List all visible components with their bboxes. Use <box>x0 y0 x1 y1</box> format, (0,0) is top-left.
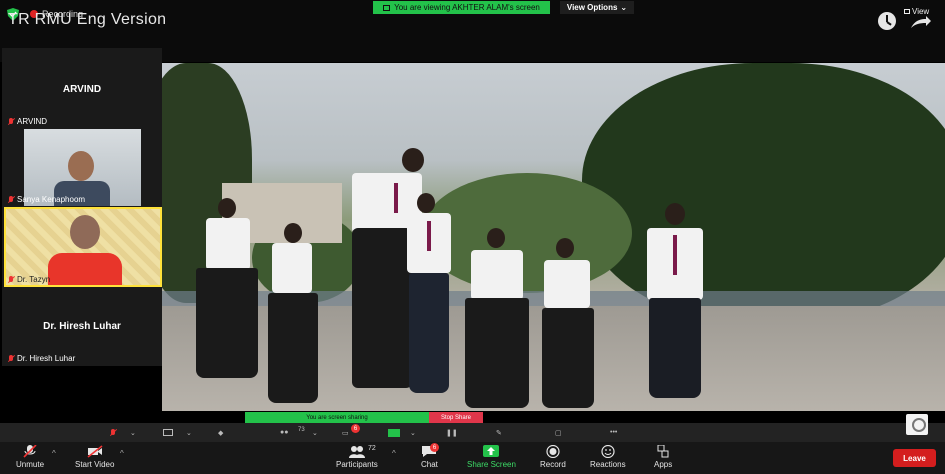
university-logo <box>906 414 928 435</box>
student-figure <box>617 203 727 411</box>
participant-tile[interactable]: Sanya Kenaphoom <box>2 129 162 206</box>
share-screen-label: Share Screen <box>467 460 516 469</box>
security-icon[interactable]: ◆ <box>218 427 223 438</box>
start-video-label: Start Video <box>75 460 115 469</box>
share-banner-text: You are viewing AKHTER ALAM's screen <box>394 3 540 12</box>
screen-sharing-bar: You are screen sharing Stop Share <box>245 412 483 423</box>
participant-display-name: ARVIND <box>62 84 102 95</box>
participants-count: 72 <box>368 445 376 452</box>
remote-control-icon[interactable]: ▢ <box>555 427 562 438</box>
leave-label: Leave <box>903 453 926 463</box>
chevron-up-icon[interactable]: ^ <box>120 449 124 458</box>
mic-muted-icon <box>23 445 37 458</box>
participants-button[interactable]: 72 Participants <box>336 445 378 469</box>
share-screen-button[interactable]: Share Screen <box>467 445 516 469</box>
view-options-button[interactable]: View Options ⌄ <box>560 1 634 14</box>
person-head <box>70 215 100 249</box>
view-options-label: View Options <box>566 3 618 12</box>
student-figure <box>192 188 262 408</box>
clock-icon[interactable] <box>878 12 896 30</box>
reactions-button[interactable]: Reactions <box>590 445 626 469</box>
record-icon <box>546 445 560 458</box>
participant-name: Dr. Hiresh Luhar <box>17 354 76 363</box>
expand-icon[interactable] <box>910 15 932 29</box>
participant-display-name: Dr. Hiresh Luhar <box>43 321 121 332</box>
participants-icon[interactable]: ●● <box>280 427 288 438</box>
student-figure <box>262 213 322 411</box>
meeting-title: TR RMU Eng Version <box>8 11 167 28</box>
person-body <box>48 253 122 285</box>
smiley-icon <box>601 445 615 458</box>
mic-muted-icon <box>8 117 14 126</box>
participant-video <box>6 209 160 285</box>
sharing-toolbar: ⌄ ⌄ ◆ ●● 73 ⌄ ▭ 6 ⌄ ❚❚ ✎ ▢ ••• <box>0 423 945 442</box>
chevron-up-icon[interactable]: ^ <box>52 449 56 458</box>
apps-icon <box>657 445 669 458</box>
chat-icon[interactable]: ▭ <box>342 427 349 438</box>
person-head <box>68 151 94 181</box>
stop-share-label: Stop Share <box>440 414 472 421</box>
participants-icon <box>348 446 365 458</box>
reactions-label: Reactions <box>590 460 626 469</box>
student-figure <box>457 228 537 411</box>
screen-share-icon <box>383 4 391 11</box>
unmute-label: Unmute <box>16 460 45 469</box>
annotate-icon[interactable]: ✎ <box>496 427 502 438</box>
chevron-down-icon[interactable]: ⌄ <box>186 427 192 438</box>
mic-muted-icon <box>8 195 14 204</box>
grid-icon <box>904 9 910 14</box>
participant-name: Sanya Kenaphoom <box>17 195 86 204</box>
share-screen-icon <box>483 445 500 457</box>
sharing-status[interactable]: You are screen sharing <box>245 412 429 423</box>
mic-muted-icon <box>8 354 14 363</box>
chat-button[interactable]: 6 Chat <box>421 443 439 469</box>
participant-name-label: Dr. Tazyn <box>8 275 50 284</box>
stop-share-button[interactable]: Stop Share <box>429 412 483 423</box>
record-label: Record <box>540 460 566 469</box>
chat-label: Chat <box>421 460 438 469</box>
chevron-down-icon[interactable]: ⌄ <box>312 427 318 438</box>
apps-button[interactable]: Apps <box>654 445 672 469</box>
video-off-icon[interactable] <box>163 427 173 438</box>
viewing-share-banner: You are viewing AKHTER ALAM's screen <box>373 1 550 14</box>
participant-name: ARVIND <box>17 117 48 126</box>
participant-tile[interactable]: Dr. Tazyn <box>4 207 162 287</box>
sharing-status-text: You are screen sharing <box>306 414 368 421</box>
shared-screen-video[interactable] <box>162 63 945 411</box>
chevron-down-icon[interactable]: ⌄ <box>410 427 416 438</box>
participant-name-label: Sanya Kenaphoom <box>8 195 85 204</box>
mic-muted-icon <box>8 275 14 284</box>
start-video-button[interactable]: Start Video <box>75 445 114 469</box>
participant-tile[interactable]: Dr. Hiresh Luhar Dr. Hiresh Luhar <box>2 288 162 366</box>
meeting-toolbar: Unmute ^ Start Video ^ 72 Participants ^… <box>0 442 945 474</box>
share-screen-icon[interactable] <box>388 427 400 438</box>
leave-button[interactable]: Leave <box>893 449 936 467</box>
unmute-button[interactable]: Unmute <box>16 445 44 469</box>
chat-badge: 6 <box>430 443 439 452</box>
participants-label: Participants <box>336 460 378 469</box>
participant-name-label: ARVIND <box>8 117 47 126</box>
participant-name-label: Dr. Hiresh Luhar <box>8 354 75 363</box>
participant-tile[interactable]: ARVIND ARVIND <box>2 48 162 128</box>
student-figure <box>532 238 602 411</box>
chevron-up-icon[interactable]: ^ <box>392 449 396 458</box>
participant-name: Dr. Tazyn <box>17 275 51 284</box>
record-button[interactable]: Record <box>540 445 566 469</box>
video-off-icon <box>87 445 103 458</box>
mic-muted-icon[interactable] <box>110 427 116 438</box>
pause-icon[interactable]: ❚❚ <box>446 427 458 438</box>
participants-count: 73 <box>298 426 305 433</box>
chat-badge: 6 <box>351 424 360 433</box>
chevron-down-icon[interactable]: ⌄ <box>130 427 136 438</box>
chevron-down-icon: ⌄ <box>620 3 628 12</box>
more-icon[interactable]: ••• <box>610 427 617 438</box>
apps-label: Apps <box>654 460 673 469</box>
